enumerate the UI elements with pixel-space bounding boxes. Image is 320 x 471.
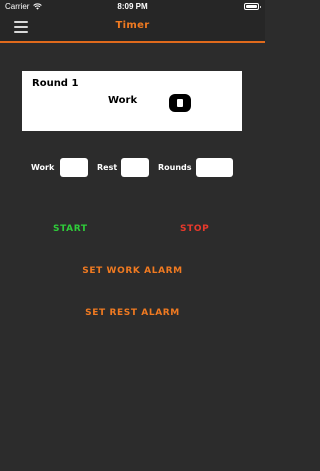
status-time: 8:09 PM [117, 2, 148, 11]
rest-duration-input[interactable] [121, 158, 149, 177]
work-field-label: Work [31, 163, 55, 172]
round-label: Round 1 [32, 78, 79, 89]
rounds-field-label: Rounds [158, 163, 192, 172]
stop-icon[interactable] [169, 94, 191, 112]
set-rest-alarm-button[interactable]: SET REST ALARM [0, 308, 265, 318]
page-title: Timer [115, 20, 150, 31]
phase-label: Work [108, 95, 138, 106]
rounds-input[interactable] [196, 158, 233, 177]
work-duration-input[interactable] [60, 158, 88, 177]
start-button[interactable]: START [53, 224, 88, 234]
stop-button[interactable]: STOP [180, 224, 209, 234]
status-bar: Carrier 8:09 PM [0, 0, 265, 14]
navigation-bar: Timer [0, 14, 265, 43]
round-card: Round 1 Work [22, 71, 242, 131]
timer-settings: Work Rest Rounds [0, 158, 265, 178]
rest-field-label: Rest [97, 163, 118, 172]
set-work-alarm-button[interactable]: SET WORK ALARM [0, 266, 265, 276]
battery-icon [244, 3, 261, 10]
